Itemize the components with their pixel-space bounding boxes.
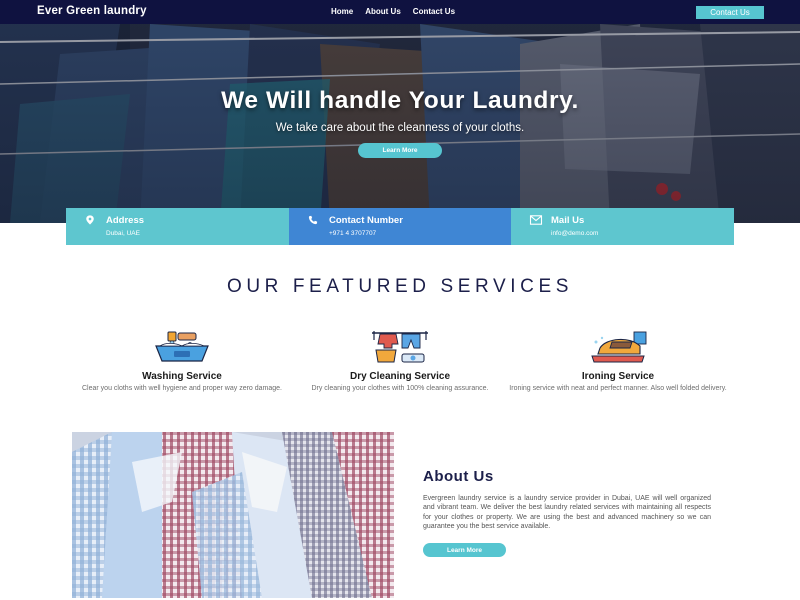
top-navbar: Ever Green laundry Home About Us Contact… bbox=[0, 0, 800, 24]
about-shirts-image bbox=[72, 432, 394, 598]
service-ironing: Ironing Service Ironing service with nea… bbox=[508, 330, 728, 394]
info-title-contact-number: Contact Number bbox=[329, 215, 403, 226]
contact-us-button[interactable]: Contact Us bbox=[696, 6, 764, 19]
nav-link-home[interactable]: Home bbox=[331, 7, 353, 16]
envelope-icon bbox=[529, 215, 543, 225]
info-value-mail[interactable]: info@demo.com bbox=[551, 230, 598, 237]
hero-subtitle: We take care about the cleanness of your… bbox=[275, 122, 525, 134]
contact-info-bar: Address Dubai, UAE Contact Number +971 4… bbox=[66, 208, 734, 245]
service-dry-cleaning: Dry Cleaning Service Dry cleaning your c… bbox=[290, 330, 510, 394]
info-title-mail: Mail Us bbox=[551, 215, 585, 226]
shirts-photo bbox=[72, 432, 394, 598]
about-title: About Us bbox=[423, 468, 494, 485]
nav-link-about[interactable]: About Us bbox=[365, 7, 401, 16]
info-title-address: Address bbox=[106, 215, 145, 226]
hero-banner: We Will handle Your Laundry. We take car… bbox=[0, 24, 800, 223]
service-title-dry-cleaning: Dry Cleaning Service bbox=[349, 371, 451, 382]
hero-title: We Will handle Your Laundry. bbox=[221, 87, 579, 114]
iron-icon bbox=[591, 331, 647, 363]
service-washing: Washing Service Clear you cloths with we… bbox=[72, 330, 292, 394]
nav-link-contact[interactable]: Contact Us bbox=[413, 7, 455, 16]
info-value-address: Dubai, UAE bbox=[106, 230, 140, 237]
service-desc-washing: Clear you cloths with well hygiene and p… bbox=[82, 385, 282, 392]
info-box-address: Address Dubai, UAE bbox=[66, 208, 289, 245]
about-text: Evergreen laundry service is a laundry s… bbox=[423, 495, 711, 531]
info-value-contact-number[interactable]: +971 4 3707707 bbox=[329, 230, 376, 237]
phone-icon bbox=[308, 215, 318, 225]
hero-learn-more-button[interactable]: Learn More bbox=[358, 143, 442, 158]
about-learn-more-button[interactable]: Learn More bbox=[423, 543, 506, 557]
brand-logo-text[interactable]: Ever Green laundry bbox=[37, 5, 147, 17]
washing-basin-icon bbox=[155, 331, 209, 362]
nav-links: Home About Us Contact Us bbox=[331, 7, 455, 16]
service-title-washing: Washing Service bbox=[142, 371, 222, 382]
clothesline-icon bbox=[372, 331, 428, 363]
info-box-contact-number: Contact Number +971 4 3707707 bbox=[289, 208, 511, 245]
service-desc-ironing: Ironing service with neat and perfect ma… bbox=[509, 385, 727, 392]
info-box-mail: Mail Us info@demo.com bbox=[511, 208, 734, 245]
service-title-ironing: Ironing Service bbox=[581, 371, 655, 382]
service-desc-dry-cleaning: Dry cleaning your clothes with 100% clea… bbox=[311, 385, 489, 392]
services-heading: OUR FEATURED SERVICES bbox=[226, 276, 574, 297]
map-marker-icon bbox=[86, 215, 94, 225]
